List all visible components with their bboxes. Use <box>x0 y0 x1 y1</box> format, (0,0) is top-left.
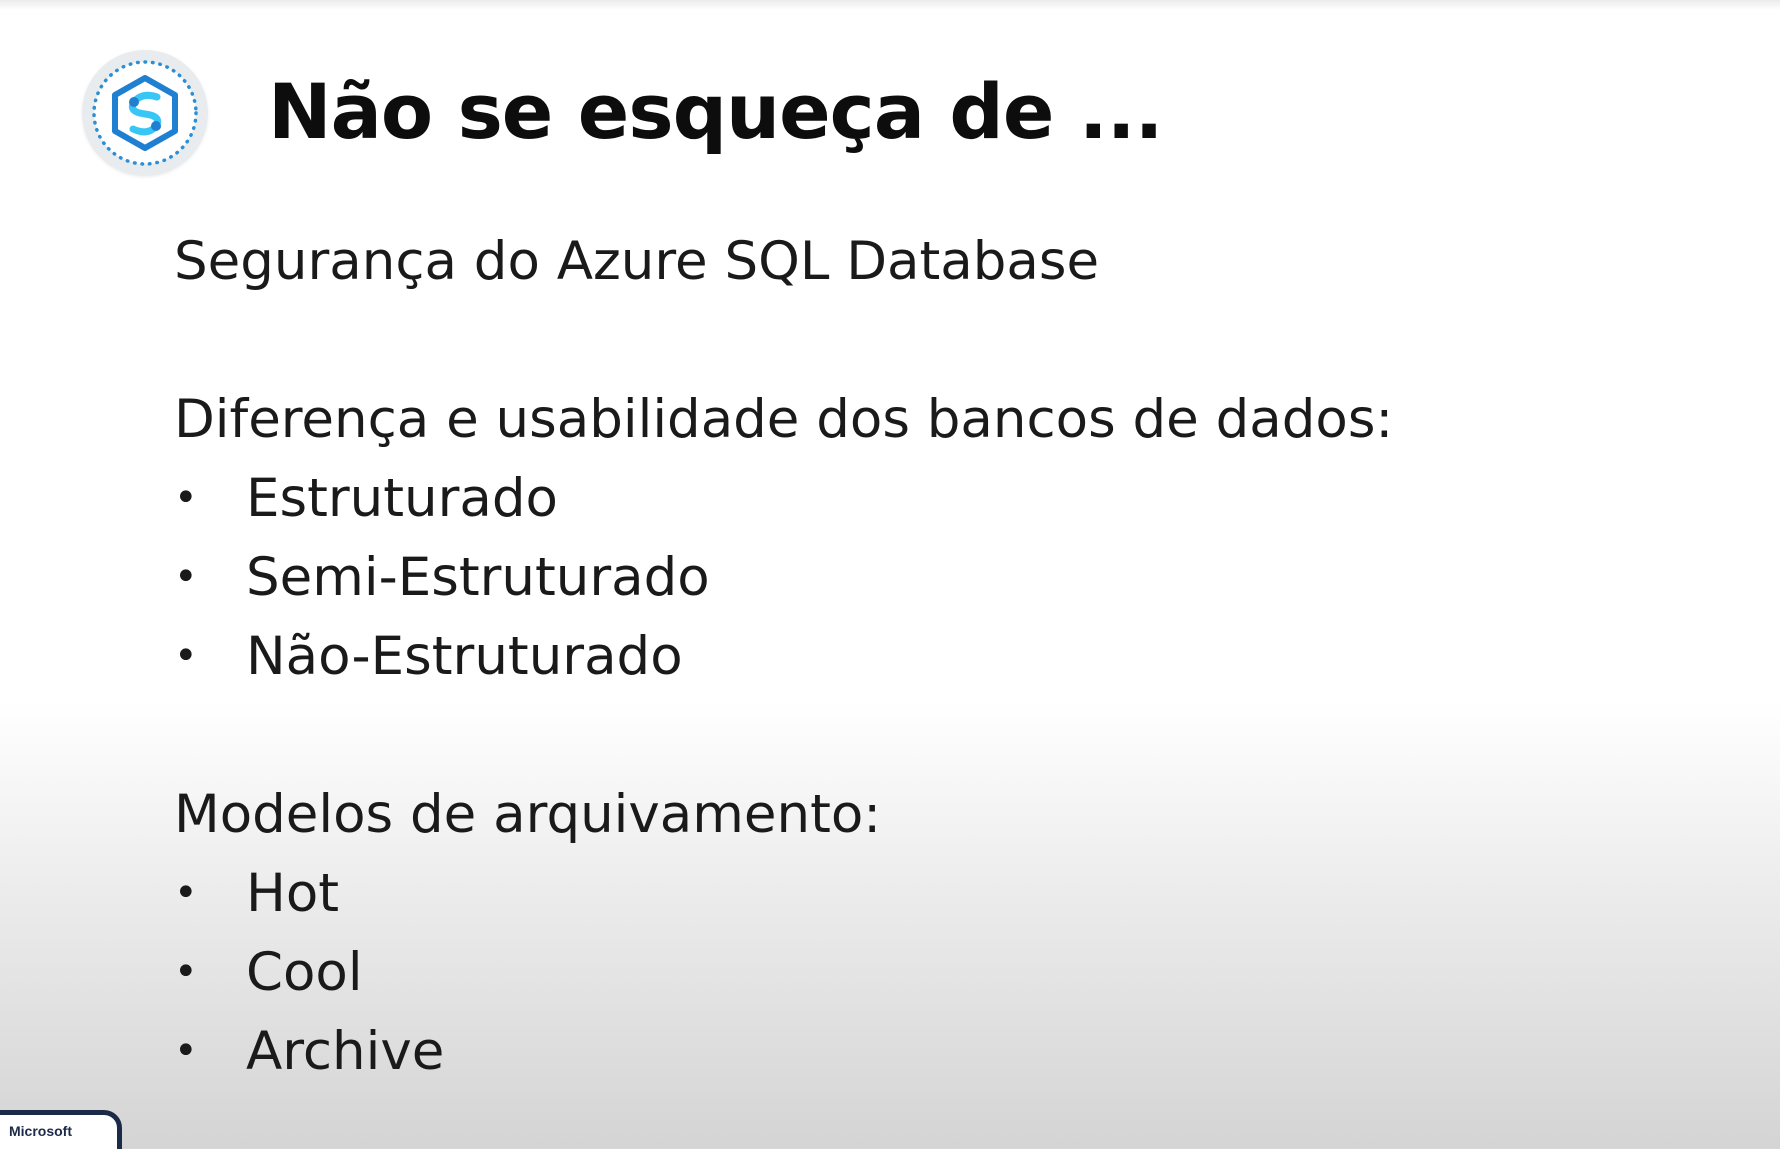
synapse-logo-icon <box>82 50 208 176</box>
list-item-label: Estruturado <box>246 468 558 529</box>
slide-title: Não se esqueça de ... <box>268 67 1163 156</box>
list-item: • Hot <box>174 854 1393 933</box>
microsoft-badge: Microsoft <box>0 1110 122 1149</box>
list-item-label: Não-Estruturado <box>246 626 683 687</box>
list-item: • Estruturado <box>174 459 1393 538</box>
azure-sql-security-line: Segurança do Azure SQL Database <box>174 231 1100 292</box>
list-item: • Cool <box>174 933 1393 1012</box>
archiving-list: • Hot • Cool • Archive <box>174 854 1393 1091</box>
list-item: • Archive <box>174 1012 1393 1091</box>
bullet-icon: • <box>174 1028 198 1074</box>
databases-heading: Diferença e usabilidade dos bancos de da… <box>174 389 1394 450</box>
list-item-label: Hot <box>246 863 340 924</box>
badge-label: Microsoft <box>9 1123 72 1139</box>
list-item: • Não-Estruturado <box>174 617 1393 696</box>
archiving-heading: Modelos de arquivamento: <box>174 784 882 845</box>
list-item-label: Cool <box>246 942 363 1003</box>
list-item-label: Semi-Estruturado <box>246 547 710 608</box>
slide-body: Segurança do Azure SQL Database Diferenç… <box>174 222 1393 1091</box>
bullet-icon: • <box>174 870 198 916</box>
bullet-icon: • <box>174 475 198 521</box>
bullet-icon: • <box>174 554 198 600</box>
list-item: • Semi-Estruturado <box>174 538 1393 617</box>
list-item-label: Archive <box>246 1021 445 1082</box>
bullet-icon: • <box>174 633 198 679</box>
databases-list: • Estruturado • Semi-Estruturado • Não-Estr… <box>174 459 1393 696</box>
bullet-icon: • <box>174 949 198 995</box>
